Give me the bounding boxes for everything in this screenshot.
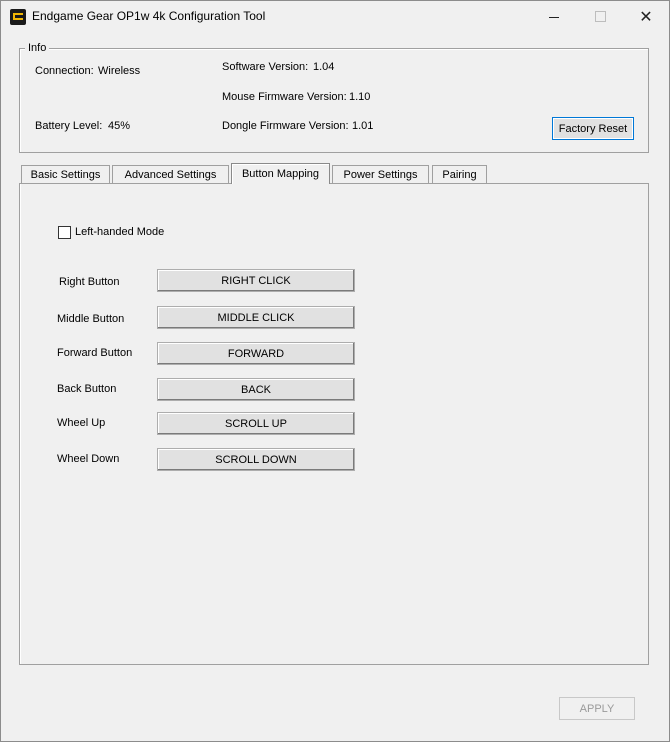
forward-button-mapping-button[interactable]: FORWARD (157, 342, 355, 365)
back-button-label: Back Button (57, 383, 117, 395)
dongle-firmware-label: Dongle Firmware Version: (222, 120, 349, 132)
apply-button[interactable]: APPLY (559, 697, 635, 720)
dongle-firmware-value: 1.01 (352, 120, 374, 132)
software-version-label: Software Version: (222, 61, 309, 73)
factory-reset-button[interactable]: Factory Reset (552, 117, 634, 140)
tab-divider (19, 183, 648, 184)
connection-label: Connection: (35, 65, 94, 77)
window-title: Endgame Gear OP1w 4k Configuration Tool (32, 9, 266, 23)
mouse-firmware-value: 1.10 (349, 91, 371, 103)
close-button[interactable]: ✕ (623, 1, 669, 32)
maximize-button (577, 1, 623, 32)
wheel-down-label: Wheel Down (57, 453, 120, 465)
right-button-label: Right Button (59, 276, 120, 288)
tab-basic-settings[interactable]: Basic Settings (21, 165, 110, 183)
mouse-firmware-label: Mouse Firmware Version: (222, 91, 347, 103)
middle-button-mapping-button[interactable]: MIDDLE CLICK (157, 306, 355, 329)
minimize-button[interactable] (531, 1, 577, 32)
battery-value: 45% (108, 120, 131, 132)
middle-button-label: Middle Button (57, 313, 125, 325)
minimize-icon (549, 17, 559, 18)
tab-button-mapping[interactable]: Button Mapping (231, 163, 330, 184)
tab-power-settings[interactable]: Power Settings (332, 165, 429, 183)
title-bar[interactable]: Endgame Gear OP1w 4k Configuration Tool … (1, 1, 669, 32)
battery-label: Battery Level: (35, 120, 103, 132)
software-version-value: 1.04 (313, 61, 335, 73)
forward-button-label: Forward Button (57, 347, 133, 359)
left-handed-label[interactable]: Left-handed Mode (75, 226, 164, 238)
maximize-icon (594, 11, 606, 22)
back-button-mapping-button[interactable]: BACK (157, 378, 355, 401)
tab-pairing[interactable]: Pairing (432, 165, 487, 183)
wheel-up-label: Wheel Up (57, 417, 106, 429)
close-icon: ✕ (639, 8, 653, 26)
connection-value: Wireless (98, 65, 141, 77)
left-handed-checkbox[interactable] (58, 226, 71, 239)
wheel-up-mapping-button[interactable]: SCROLL UP (157, 412, 355, 435)
info-group-label: Info (25, 42, 50, 54)
wheel-down-mapping-button[interactable]: SCROLL DOWN (157, 448, 355, 471)
tab-advanced-settings[interactable]: Advanced Settings (112, 165, 229, 183)
endgame-gear-logo-icon (10, 9, 26, 25)
right-button-mapping-button[interactable]: RIGHT CLICK (157, 269, 355, 292)
